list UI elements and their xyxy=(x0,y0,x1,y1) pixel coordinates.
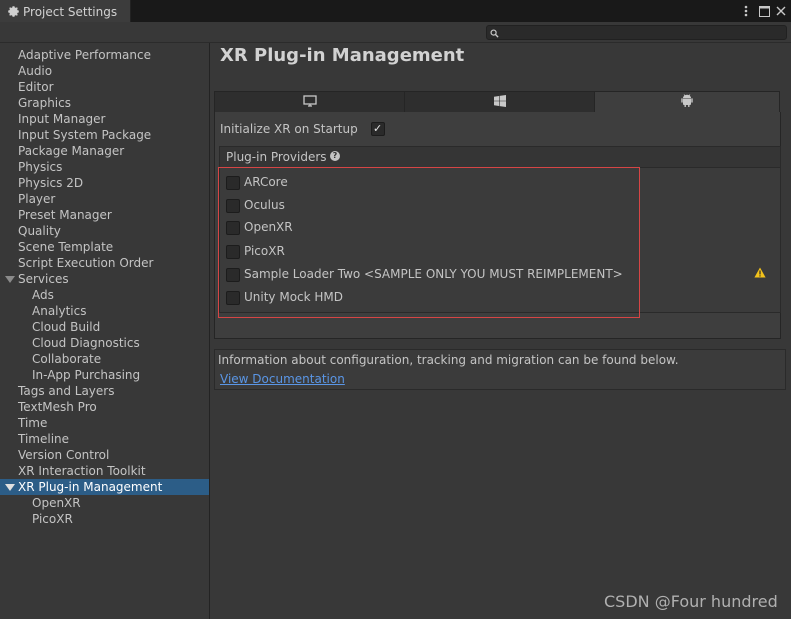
sidebar-item-cloud-build[interactable]: Cloud Build xyxy=(0,319,209,335)
sidebar-item-audio[interactable]: Audio xyxy=(0,63,209,79)
tab-standalone[interactable] xyxy=(214,91,405,113)
sidebar-item-label: OpenXR xyxy=(32,496,81,510)
sidebar-item-services[interactable]: Services xyxy=(0,271,209,287)
sidebar-item-editor[interactable]: Editor xyxy=(0,79,209,95)
sidebar-item-script-execution-order[interactable]: Script Execution Order xyxy=(0,255,209,271)
sidebar-item-input-system-package[interactable]: Input System Package xyxy=(0,127,209,143)
annotation-highlight-box xyxy=(218,167,640,318)
sidebar-item-label: Analytics xyxy=(32,304,87,318)
sidebar-item-scene-template[interactable]: Scene Template xyxy=(0,239,209,255)
sidebar-item-label: Physics xyxy=(18,160,63,174)
sidebar-item-xr-interaction-toolkit[interactable]: XR Interaction Toolkit xyxy=(0,463,209,479)
sidebar-item-analytics[interactable]: Analytics xyxy=(0,303,209,319)
sidebar-item-graphics[interactable]: Graphics xyxy=(0,95,209,111)
sidebar-item-package-manager[interactable]: Package Manager xyxy=(0,143,209,159)
more-options-icon[interactable] xyxy=(741,3,751,19)
tab-title: Project Settings xyxy=(23,4,118,19)
sidebar-item-time[interactable]: Time xyxy=(0,415,209,431)
sidebar-item-label: Audio xyxy=(18,64,53,78)
sidebar-item-player[interactable]: Player xyxy=(0,191,209,207)
view-documentation-link[interactable]: View Documentation xyxy=(220,372,345,386)
sidebar-item-version-control[interactable]: Version Control xyxy=(0,447,209,463)
sidebar-item-label: Tags and Layers xyxy=(18,384,115,398)
sidebar-item-label: Graphics xyxy=(18,96,71,110)
platform-tabs xyxy=(214,91,780,113)
sidebar-item-label: Editor xyxy=(18,80,54,94)
sidebar-item-in-app-purchasing[interactable]: In-App Purchasing xyxy=(0,367,209,383)
sidebar-item-label: XR Plug-in Management xyxy=(18,480,163,494)
sidebar-item-label: PicoXR xyxy=(32,512,73,526)
sidebar-item-tags-and-layers[interactable]: Tags and Layers xyxy=(0,383,209,399)
windows-icon xyxy=(493,94,506,110)
expand-arrow-icon[interactable] xyxy=(5,484,15,491)
plugin-providers-header: Plug-in Providers ? xyxy=(220,147,780,168)
sidebar-item-quality[interactable]: Quality xyxy=(0,223,209,239)
sidebar-item-label: In-App Purchasing xyxy=(32,368,141,382)
sidebar-item-label: Collaborate xyxy=(32,352,102,366)
sidebar-item-label: Time xyxy=(18,416,48,430)
sidebar-item-label: Adaptive Performance xyxy=(18,48,151,62)
search-icon xyxy=(490,27,499,41)
tab-android[interactable] xyxy=(594,91,780,113)
sidebar-item-collaborate[interactable]: Collaborate xyxy=(0,351,209,367)
sidebar-item-label: Script Execution Order xyxy=(18,256,154,270)
sidebar-item-label: Input Manager xyxy=(18,112,106,126)
search-input[interactable] xyxy=(486,25,787,40)
sidebar-item-textmesh-pro[interactable]: TextMesh Pro xyxy=(0,399,209,415)
desktop-icon xyxy=(302,94,317,110)
sidebar-item-picoxr[interactable]: PicoXR xyxy=(0,511,209,527)
watermark-text: CSDN @Four hundred xyxy=(604,592,778,611)
sidebar-item-preset-manager[interactable]: Preset Manager xyxy=(0,207,209,223)
sidebar-item-label: TextMesh Pro xyxy=(18,400,97,414)
sidebar-item-physics-2d[interactable]: Physics 2D xyxy=(0,175,209,191)
page-title: XR Plug-in Management xyxy=(220,45,465,66)
sidebar-item-label: Preset Manager xyxy=(18,208,112,222)
sidebar-item-openxr[interactable]: OpenXR xyxy=(0,495,209,511)
sidebar-item-label: Input System Package xyxy=(18,128,152,142)
maximize-icon[interactable] xyxy=(757,3,771,19)
sidebar-item-timeline[interactable]: Timeline xyxy=(0,431,209,447)
info-text: Information about configuration, trackin… xyxy=(218,353,679,367)
settings-sidebar: Adaptive Performance Audio Editor Graphi… xyxy=(0,43,210,619)
sidebar-item-label: Quality xyxy=(18,224,61,238)
tab-windows[interactable] xyxy=(404,91,595,113)
initialize-xr-label: Initialize XR on Startup xyxy=(220,122,358,136)
sidebar-item-label: Package Manager xyxy=(18,144,125,158)
gear-icon xyxy=(6,5,20,19)
sidebar-item-xr-plugin-management[interactable]: XR Plug-in Management xyxy=(0,479,209,495)
sidebar-item-physics[interactable]: Physics xyxy=(0,159,209,175)
sidebar-item-label: Version Control xyxy=(18,448,110,462)
project-settings-tab[interactable]: Project Settings xyxy=(0,0,131,23)
sidebar-item-ads[interactable]: Ads xyxy=(0,287,209,303)
expand-arrow-icon[interactable] xyxy=(5,276,15,283)
checkmark-icon: ✓ xyxy=(373,122,383,135)
sidebar-item-adaptive-performance[interactable]: Adaptive Performance xyxy=(0,47,209,63)
warning-icon xyxy=(754,267,766,281)
android-icon xyxy=(681,94,693,110)
plugin-providers-title: Plug-in Providers xyxy=(226,150,327,164)
sidebar-item-label: Timeline xyxy=(18,432,70,446)
sidebar-item-label: Services xyxy=(18,272,69,286)
help-icon[interactable]: ? xyxy=(330,151,340,161)
close-icon[interactable] xyxy=(774,3,788,19)
sidebar-item-label: Ads xyxy=(32,288,54,302)
sidebar-item-label: Cloud Build xyxy=(32,320,101,334)
sidebar-item-label: Cloud Diagnostics xyxy=(32,336,140,350)
sidebar-item-label: Scene Template xyxy=(18,240,114,254)
initialize-xr-checkbox[interactable]: ✓ xyxy=(371,122,385,136)
sidebar-item-cloud-diagnostics[interactable]: Cloud Diagnostics xyxy=(0,335,209,351)
sidebar-item-input-manager[interactable]: Input Manager xyxy=(0,111,209,127)
sidebar-item-label: Physics 2D xyxy=(18,176,84,190)
sidebar-item-label: XR Interaction Toolkit xyxy=(18,464,146,478)
sidebar-item-label: Player xyxy=(18,192,56,206)
